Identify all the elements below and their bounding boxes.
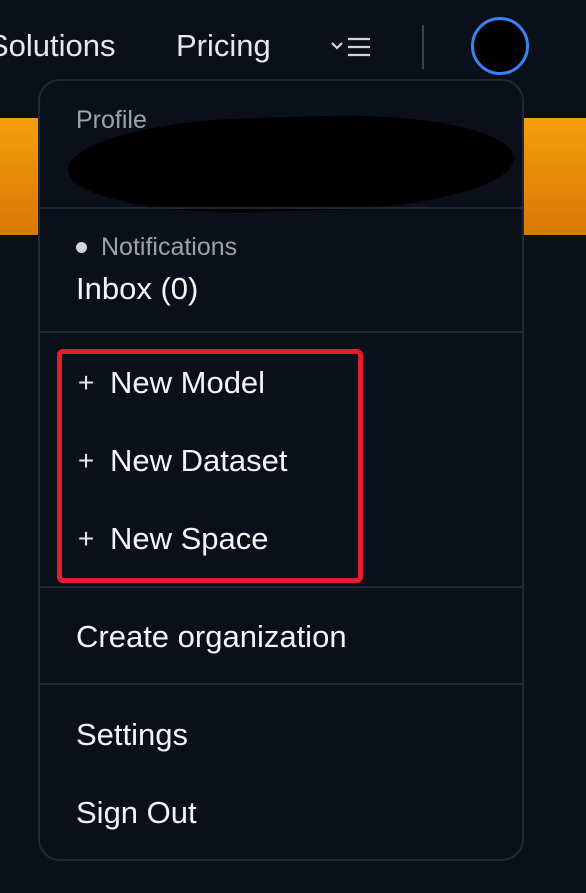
nav-divider xyxy=(422,25,424,69)
notification-dot-icon xyxy=(76,242,87,253)
inbox-label: Inbox (0) xyxy=(76,271,199,306)
divider xyxy=(40,683,522,685)
red-highlight-box xyxy=(57,349,363,583)
create-organization-item[interactable]: Create organization xyxy=(76,619,347,655)
user-avatar-button[interactable] xyxy=(471,17,529,75)
notifications-label: Notifications xyxy=(101,233,238,261)
profile-section[interactable]: Profile xyxy=(40,81,522,217)
sign-out-item[interactable]: Sign Out xyxy=(76,795,197,831)
more-menu-button[interactable] xyxy=(330,33,372,61)
page: Solutions Pricing Profile Notifications xyxy=(0,0,586,893)
profile-label: Profile xyxy=(76,106,147,134)
divider xyxy=(40,586,522,588)
chevron-down-menu-icon xyxy=(331,37,370,57)
nav-pricing-link[interactable]: Pricing xyxy=(176,28,271,64)
notifications-section[interactable]: Notifications Inbox (0) xyxy=(40,209,522,331)
settings-item[interactable]: Settings xyxy=(76,717,188,753)
divider xyxy=(40,331,522,333)
user-dropdown-menu: Profile Notifications Inbox (0) + New Mo… xyxy=(38,79,524,861)
notifications-row: Notifications xyxy=(76,233,237,262)
nav-solutions-link[interactable]: Solutions xyxy=(0,28,116,64)
